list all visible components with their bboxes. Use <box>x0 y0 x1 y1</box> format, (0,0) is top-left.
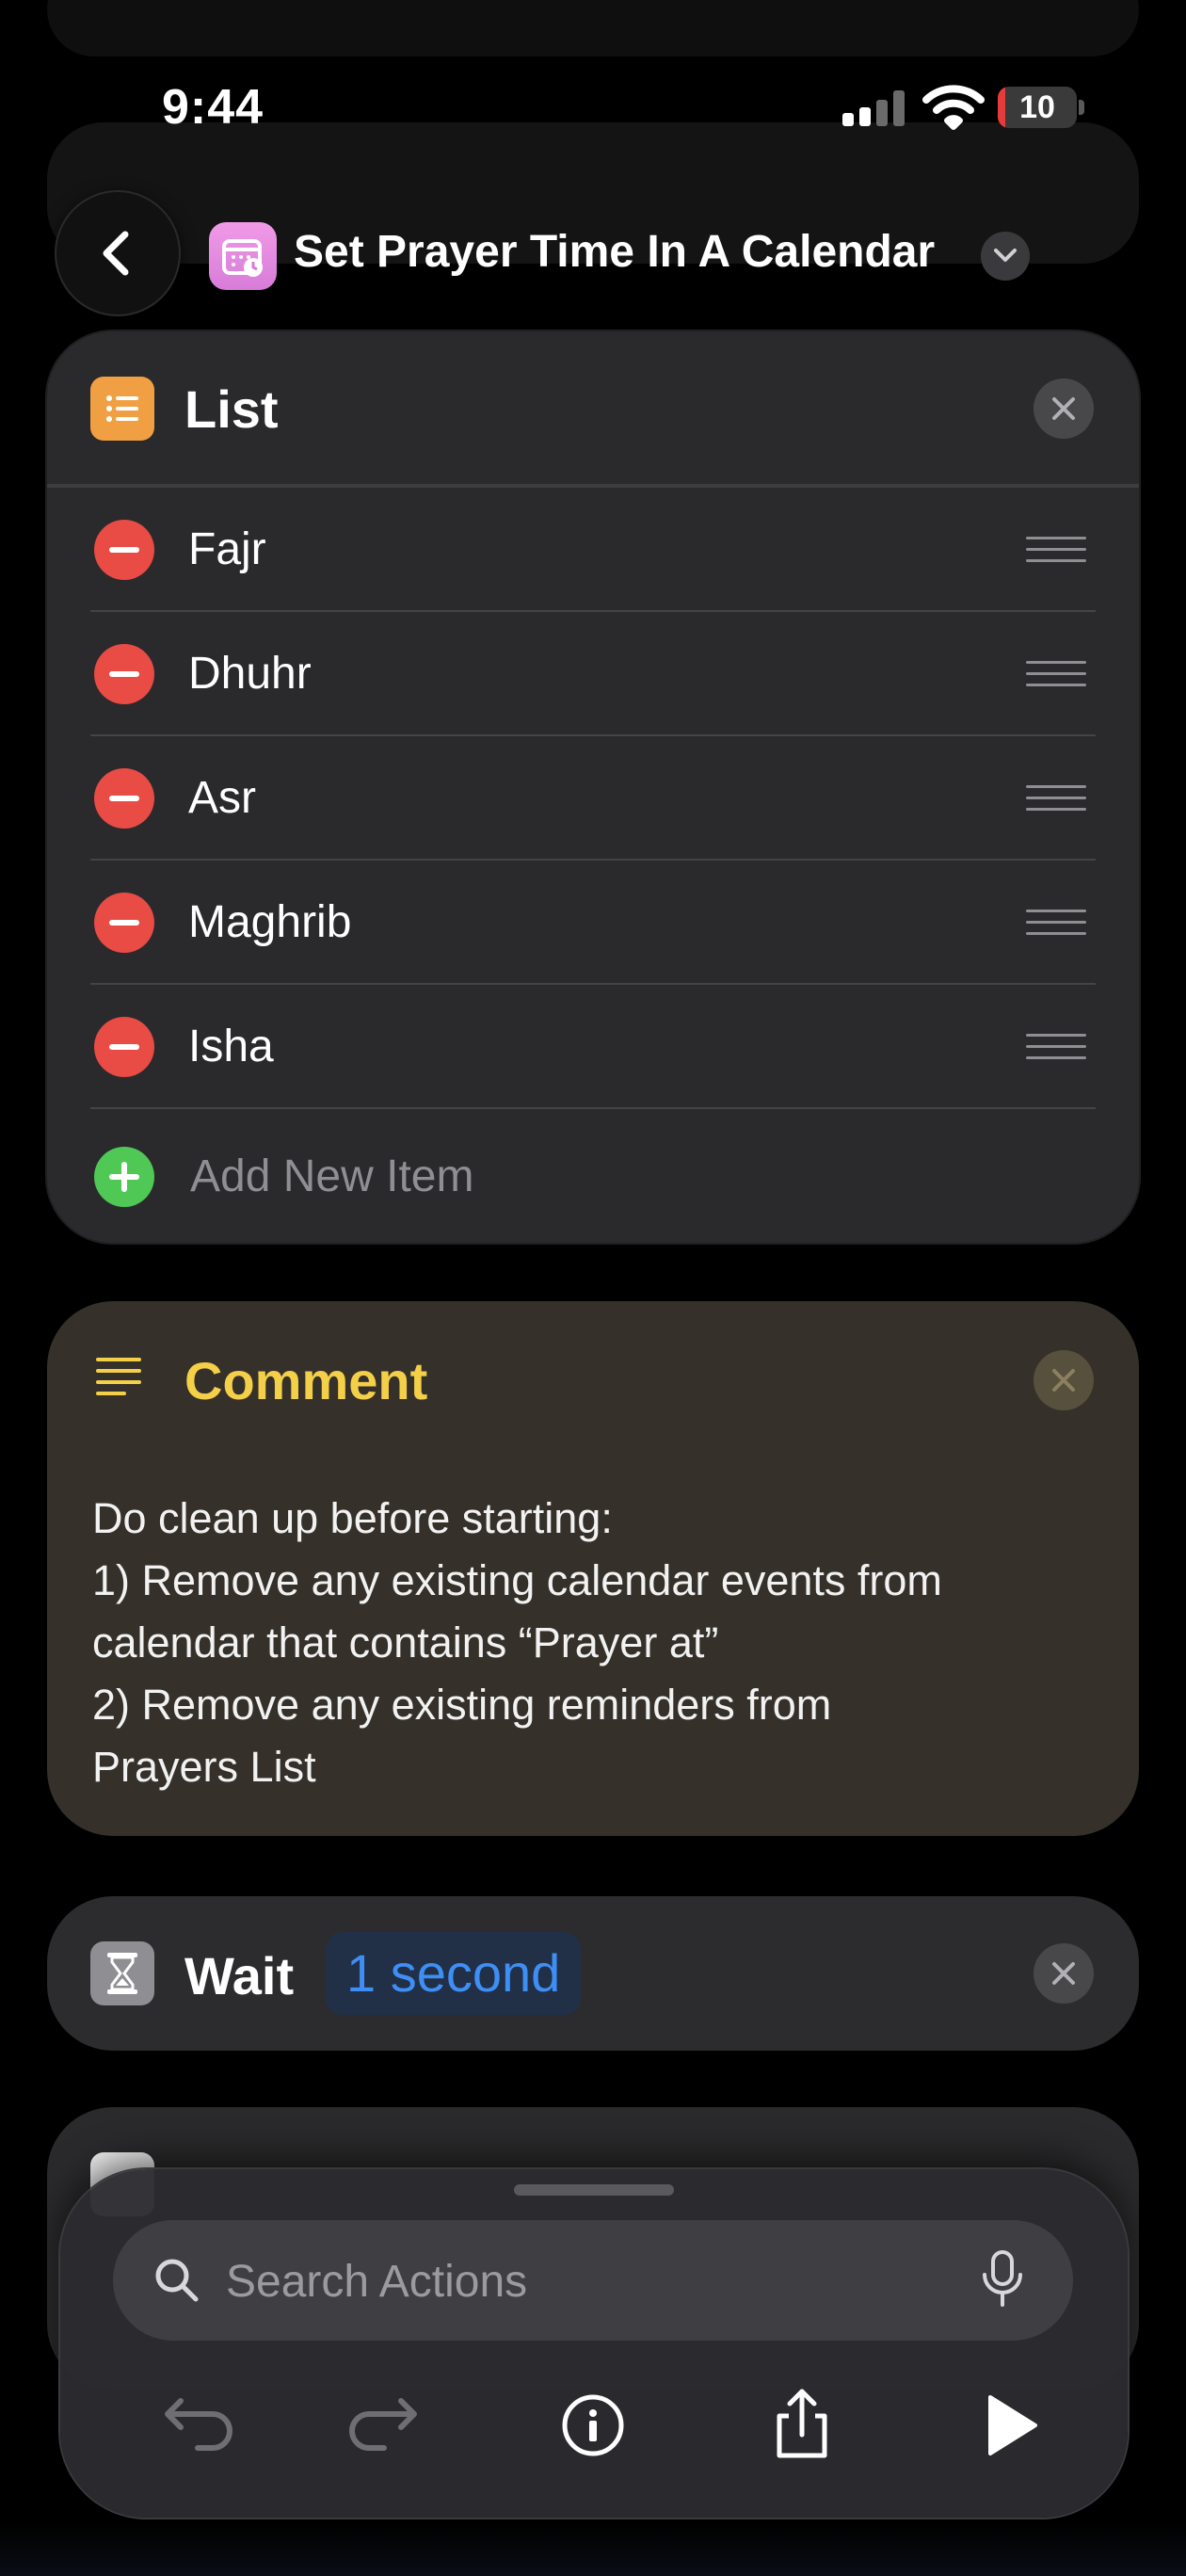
wait-action-title: Wait <box>184 1946 295 2005</box>
comment-text[interactable]: Do clean up before starting: 1) Remove a… <box>92 1488 1109 1798</box>
reorder-handle-icon[interactable] <box>1026 655 1086 693</box>
shortcut-title[interactable]: Set Prayer Time In A Calendar <box>294 226 935 278</box>
info-button[interactable] <box>546 2378 640 2472</box>
search-actions-field[interactable] <box>113 2220 1073 2341</box>
chevron-left-icon <box>103 231 129 276</box>
reorder-handle-icon[interactable] <box>1026 1028 1086 1066</box>
redo-icon <box>349 2398 417 2451</box>
list-item-label[interactable]: Dhuhr <box>188 648 312 700</box>
bottom-edge <box>0 2523 1186 2576</box>
calendar-clock-icon[interactable] <box>209 222 277 290</box>
status-time: 9:44 <box>162 80 264 135</box>
wait-action-card[interactable]: Wait 1 second <box>47 1896 1139 2051</box>
list-item-label[interactable]: Isha <box>188 1021 274 1072</box>
list-item[interactable]: Isha <box>47 985 1139 1109</box>
remove-item-button[interactable] <box>94 644 154 704</box>
remove-item-button[interactable] <box>94 1017 154 1077</box>
add-item-button[interactable] <box>94 1147 154 1207</box>
close-icon <box>1052 1962 1075 1985</box>
sheet-grabber[interactable] <box>514 2184 674 2196</box>
share-icon <box>777 2389 827 2458</box>
close-icon <box>1052 1369 1075 1392</box>
battery-indicator: 10 <box>998 87 1084 128</box>
wait-duration-parameter[interactable]: 1 second <box>326 1932 582 2015</box>
wifi-icon <box>922 83 985 130</box>
list-item[interactable]: Dhuhr <box>47 612 1139 736</box>
comment-line: 2) Remove any existing reminders from <box>92 1681 832 1729</box>
list-item[interactable]: Asr <box>47 736 1139 861</box>
microphone-icon[interactable] <box>979 2248 1026 2310</box>
hourglass-icon <box>90 1941 154 2005</box>
reorder-handle-icon[interactable] <box>1026 531 1086 569</box>
list-action-title: List <box>184 379 279 439</box>
battery-percentage: 10 <box>1019 89 1055 125</box>
list-item-label[interactable]: Maghrib <box>188 896 351 948</box>
comment-action-card[interactable]: Comment Do clean up before starting: 1) … <box>47 1301 1139 1836</box>
play-icon <box>988 2395 1037 2455</box>
list-item[interactable]: Fajr <box>47 488 1139 612</box>
list-icon <box>90 377 154 441</box>
search-icon <box>155 2259 199 2302</box>
text-lines-icon <box>94 1354 147 1404</box>
redo-button[interactable] <box>346 2378 441 2472</box>
reorder-handle-icon[interactable] <box>1026 904 1086 942</box>
comment-line: Do clean up before starting: <box>92 1494 613 1542</box>
list-item-label[interactable]: Asr <box>188 772 256 824</box>
list-item-label[interactable]: Fajr <box>188 523 266 575</box>
add-new-item-label[interactable]: Add New Item <box>190 1151 473 1202</box>
remove-comment-action-button[interactable] <box>1034 1350 1094 1410</box>
undo-button[interactable] <box>141 2378 235 2472</box>
comment-line: Prayers List <box>92 1743 316 1791</box>
actions-toolbar <box>60 2169 1128 2518</box>
undo-icon <box>165 2398 232 2451</box>
comment-line: calendar that contains “Prayer at” <box>92 1618 719 1666</box>
back-button[interactable] <box>56 192 179 314</box>
remove-list-action-button[interactable] <box>1034 378 1094 439</box>
share-button[interactable] <box>755 2378 849 2472</box>
remove-item-button[interactable] <box>94 520 154 580</box>
close-icon <box>1052 397 1075 420</box>
remove-wait-action-button[interactable] <box>1034 1943 1094 2004</box>
remove-item-button[interactable] <box>94 768 154 829</box>
cellular-signal-icon <box>842 90 906 126</box>
comment-action-title: Comment <box>184 1351 428 1410</box>
run-button[interactable] <box>960 2378 1054 2472</box>
info-icon <box>562 2394 624 2456</box>
chevron-down-icon[interactable] <box>981 232 1030 281</box>
reorder-handle-icon[interactable] <box>1026 780 1086 817</box>
remove-item-button[interactable] <box>94 893 154 953</box>
search-actions-input[interactable] <box>224 2246 943 2316</box>
background-card-top <box>47 0 1139 56</box>
list-item[interactable]: Maghrib <box>47 861 1139 985</box>
comment-line: 1) Remove any existing calendar events f… <box>92 1556 942 1604</box>
list-action-card[interactable]: List Fajr Dhuhr Asr Maghrib Isha Add New… <box>47 331 1139 1243</box>
